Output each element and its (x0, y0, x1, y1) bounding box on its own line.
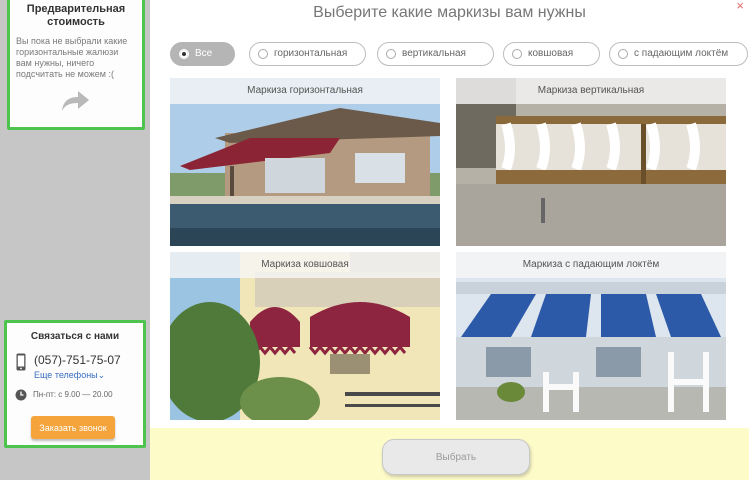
order-callback-button[interactable]: Заказать звонок (31, 416, 115, 439)
card-label: Маркиза ковшовая (170, 252, 440, 278)
radio-icon (258, 49, 268, 59)
filter-label: горизонтальная (274, 48, 348, 59)
more-phones-label: Еще телефоны (34, 370, 98, 380)
more-phones-link[interactable]: Еще телефоны⌄ (34, 370, 105, 381)
share-arrow-icon (62, 91, 89, 111)
modal-title: Выберите какие маркизы вам нужны (313, 4, 586, 21)
radio-icon (618, 49, 628, 59)
working-hours: Пн-пт: с 9.00 — 20.00 (33, 390, 113, 399)
filter-label: Все (195, 48, 213, 59)
filter-drop-arm[interactable]: с падающим локтём (609, 42, 748, 66)
card-label: Маркиза вертикальная (456, 78, 726, 104)
card-vertical-awning[interactable]: Маркиза вертикальная (456, 78, 726, 246)
filter-label: вертикальная (402, 48, 466, 59)
clock-icon (15, 389, 27, 401)
filter-vertical[interactable]: вертикальная (377, 42, 494, 66)
price-title: Предварительная стоимость (26, 3, 126, 28)
radio-icon (386, 49, 396, 59)
filter-horizontal[interactable]: горизонтальная (249, 42, 366, 66)
radio-icon (512, 49, 522, 59)
filter-label: ковшовая (528, 48, 574, 59)
card-label: Маркиза с падающим локтём (456, 252, 726, 278)
bottom-action-bar: Выбрать (150, 428, 749, 480)
phone-icon (16, 353, 26, 371)
filter-label: с падающим локтём (634, 48, 729, 59)
phone-number[interactable]: (057)-751-75-07 (34, 353, 121, 367)
contact-card: Связаться с нами (057)-751-75-07 Еще тел… (4, 320, 146, 448)
card-bucket-awning[interactable]: Маркиза ковшовая (170, 252, 440, 420)
select-button[interactable]: Выбрать (382, 439, 530, 475)
price-note: Вы пока не выбрали какие горизонтальные … (16, 36, 128, 79)
price-estimate-card: Предварительная стоимость Вы пока не выб… (7, 0, 145, 130)
contact-title: Связаться с нами (30, 331, 120, 342)
filter-all[interactable]: Все (170, 42, 235, 66)
card-drop-arm-awning[interactable]: Маркиза с падающим локтём (456, 252, 726, 420)
awning-selection-modal: × Выберите какие маркизы вам нужны Все г… (150, 0, 749, 480)
filter-bucket[interactable]: ковшовая (503, 42, 600, 66)
radio-selected-icon (179, 49, 189, 59)
left-sidebar: Предварительная стоимость Вы пока не выб… (0, 0, 150, 480)
card-horizontal-awning[interactable]: Маркиза горизонтальная (170, 78, 440, 246)
card-label: Маркиза горизонтальная (170, 78, 440, 104)
chevron-down-icon: ⌄ (97, 370, 106, 380)
